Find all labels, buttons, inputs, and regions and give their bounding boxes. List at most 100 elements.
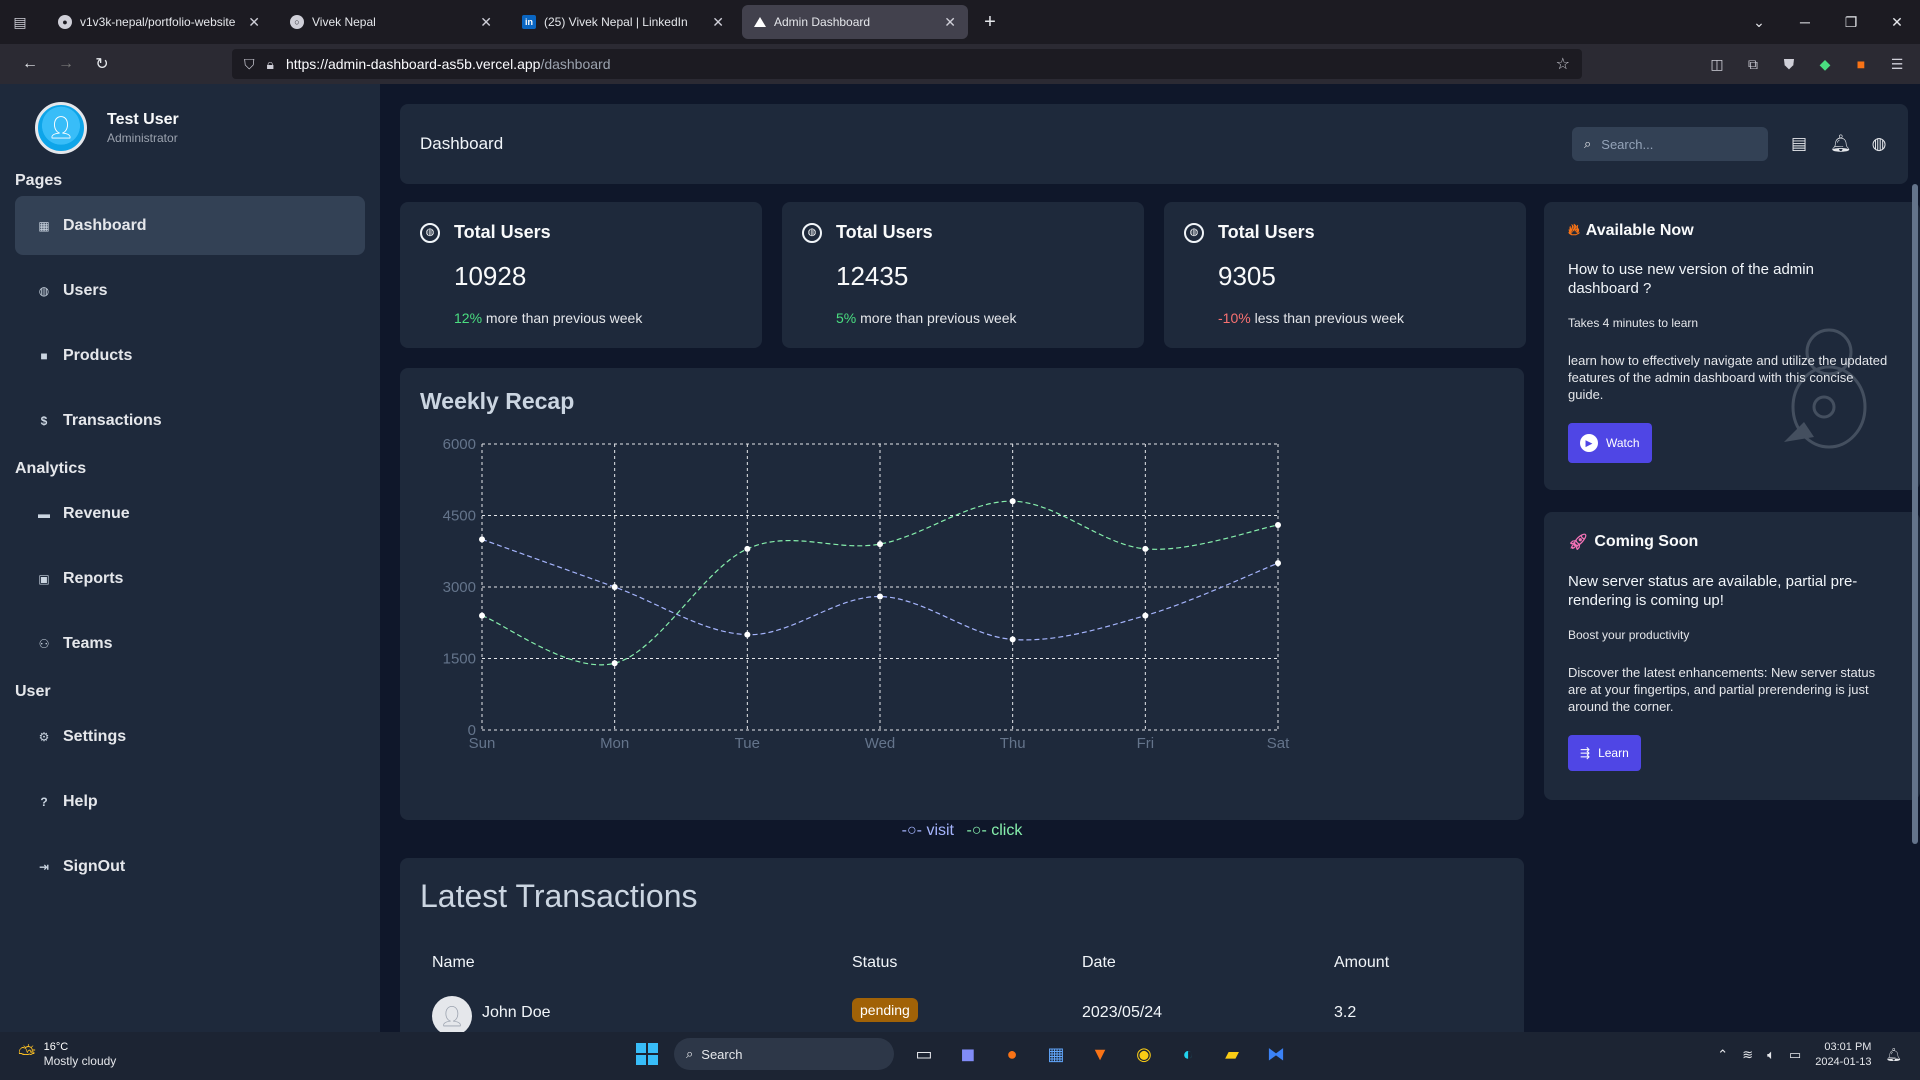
legend-label: click — [991, 822, 1023, 839]
globe-icon[interactable]: ◍ — [1870, 134, 1888, 154]
bell-icon[interactable]: 🔔︎ — [1830, 134, 1852, 154]
learn-button[interactable]: ⇶ Learn — [1568, 735, 1641, 771]
close-tab-icon[interactable]: ✕ — [712, 14, 724, 31]
url-host: https://admin-dashboard-as5b.vercel.app — [285, 56, 541, 72]
sidebar-item-teams[interactable]: ⚇ Teams — [15, 614, 365, 673]
red-extension-icon[interactable]: ■ — [1852, 56, 1870, 72]
reload-icon[interactable]: ↻ — [84, 54, 120, 74]
menu-icon[interactable]: ☰ — [1888, 56, 1906, 73]
windows-start-icon[interactable] — [636, 1043, 658, 1065]
clock[interactable]: 03:01 PM 2024-01-13 — [1815, 1040, 1871, 1070]
x-tick-label: Tue — [735, 735, 760, 752]
astronaut-illustration — [1784, 328, 1867, 449]
weather-widget[interactable]: ⛅︎ 16°C Mostly cloudy — [18, 1040, 116, 1068]
x-tick-label: Wed — [865, 735, 896, 752]
tab-admin-dashboard[interactable]: Admin Dashboard ✕ — [742, 5, 968, 39]
sidebar-item-help[interactable]: ? Help — [15, 772, 365, 831]
extensions-icon[interactable]: ⧉ — [1744, 56, 1762, 73]
legend-visit[interactable]: -○- visit — [902, 822, 954, 839]
shield-icon[interactable]: ⛉ — [244, 56, 255, 73]
globe-icon: ◍ — [420, 222, 440, 243]
window-controls: ⌄ ─ ❐ ✕ — [1736, 0, 1920, 44]
sidebar-item-label: Revenue — [63, 504, 130, 522]
lock-icon[interactable]: 🔒︎ — [267, 56, 274, 73]
sidebar-item-transactions[interactable]: $ Transactions — [15, 391, 365, 450]
sidebar-item-label: Reports — [63, 569, 124, 587]
y-tick-label: 6000 — [443, 436, 476, 453]
shield-extension-icon[interactable]: ⛊ — [1780, 56, 1798, 73]
search-input[interactable] — [1601, 136, 1742, 152]
card-headline: How to use new version of the admin dash… — [1568, 261, 1814, 297]
data-point-visit — [1009, 636, 1016, 643]
address-bar[interactable]: ⛉ 🔒︎ https://admin-dashboard-as5b.vercel… — [232, 49, 1582, 79]
chevron-up-icon[interactable]: ⌃ — [1717, 1047, 1728, 1063]
pocket-icon[interactable]: ◫ — [1708, 56, 1726, 73]
close-tab-icon[interactable]: ✕ — [480, 14, 492, 31]
minimize-icon[interactable]: ─ — [1782, 14, 1828, 30]
tx-amount: 3.2 — [1334, 1004, 1357, 1021]
list-arrow-icon: ⇶ — [1580, 746, 1591, 760]
card-title: Available Now — [1585, 222, 1694, 239]
browser-nav-bar: ← → ↻ ⛉ 🔒︎ https://admin-dashboard-as5b.… — [0, 44, 1920, 84]
chevron-down-icon[interactable]: ⌄ — [1736, 14, 1782, 31]
vscode-icon[interactable]: ⧓ — [1262, 1040, 1290, 1068]
tab-linkedin[interactable]: in (25) Vivek Nepal | LinkedIn ✕ — [510, 5, 736, 39]
cloudy-icon: ⛅︎ — [18, 1041, 36, 1066]
wifi-icon[interactable]: ≋ — [1742, 1047, 1753, 1063]
colorful-extension-icon[interactable]: ◆ — [1816, 56, 1834, 73]
new-tab-button[interactable]: + — [972, 5, 1008, 39]
x-tick-label: Sun — [469, 735, 496, 752]
taskbar-search[interactable]: ⌕ Search — [674, 1038, 894, 1070]
close-tab-icon[interactable]: ✕ — [248, 14, 260, 31]
tab-github[interactable]: ● v1v3k-nepal/portfolio-website ✕ — [46, 5, 272, 39]
tab-vivek[interactable]: ○ Vivek Nepal ✕ — [278, 5, 504, 39]
close-tab-icon[interactable]: ✕ — [944, 14, 956, 31]
rocket-icon: 🚀︎ — [1568, 534, 1589, 551]
stat-title: Total Users — [454, 222, 551, 242]
page-scrollbar[interactable] — [1912, 184, 1918, 844]
sidebar-item-settings[interactable]: ⚙ Settings — [15, 707, 365, 766]
stat-note: less than previous week — [1254, 310, 1404, 326]
back-icon[interactable]: ← — [12, 55, 48, 73]
transactions-card: Latest Transactions Name Status Date Amo… — [400, 858, 1524, 1058]
data-point-visit — [744, 631, 751, 638]
stat-value: 10928 — [454, 261, 527, 291]
globe-icon: ◍ — [38, 283, 50, 298]
sidebar-item-dashboard[interactable]: ▦ Dashboard — [15, 196, 365, 255]
close-window-icon[interactable]: ✕ — [1874, 14, 1920, 31]
browser-tab-bar: ▤ ● v1v3k-nepal/portfolio-website ✕ ○ Vi… — [0, 0, 1920, 44]
task-view-icon[interactable]: ▭ — [910, 1040, 938, 1068]
help-icon: ? — [40, 794, 48, 809]
forward-icon[interactable]: → — [48, 55, 84, 73]
bookmark-star-icon[interactable]: ☆ — [1556, 54, 1570, 74]
battery-icon[interactable]: ▭ — [1789, 1047, 1801, 1063]
legend-click[interactable]: -○- click — [966, 822, 1022, 839]
tab-list-icon[interactable]: ▤ — [0, 0, 40, 44]
sidebar-item-revenue[interactable]: ▬ Revenue — [15, 484, 365, 543]
volume-icon[interactable]: 🔈︎ — [1767, 1047, 1775, 1063]
meet-icon[interactable]: ◼ — [954, 1040, 982, 1068]
watch-button[interactable]: ▶ Watch — [1568, 423, 1652, 463]
notification-icon[interactable]: 🔔︎ — [1885, 1047, 1902, 1063]
sidebar-item-reports[interactable]: ▣ Reports — [15, 549, 365, 608]
brave-icon[interactable]: ▼ — [1086, 1040, 1114, 1068]
user-role: Administrator — [107, 131, 178, 145]
sidebar-item-users[interactable]: ◍ Users — [15, 261, 365, 320]
edge-icon[interactable]: ◐ — [1174, 1040, 1202, 1068]
chrome-icon[interactable]: ◉ — [1130, 1040, 1158, 1068]
sidebar-item-products[interactable]: ■ Products — [15, 326, 365, 385]
sidebar-item-signout[interactable]: ⇥ SignOut — [15, 837, 365, 896]
store-icon[interactable]: ▦ — [1042, 1040, 1070, 1068]
grid-icon: ▦ — [38, 218, 50, 233]
data-point-visit — [479, 536, 485, 543]
file-explorer-icon[interactable]: ▰ — [1218, 1040, 1246, 1068]
sidebar-item-label: Settings — [63, 727, 127, 745]
chat-icon[interactable]: ▤ — [1790, 134, 1808, 154]
firefox-icon[interactable]: ● — [998, 1040, 1026, 1068]
url-path: /dashboard — [540, 56, 611, 72]
search-box[interactable]: ⌕ — [1572, 127, 1768, 161]
restore-icon[interactable]: ❐ — [1828, 14, 1874, 31]
user-name: Test User — [107, 111, 179, 128]
tx-date: 2023/05/24 — [1082, 1004, 1163, 1021]
tx-name: John Doe — [482, 1004, 551, 1021]
